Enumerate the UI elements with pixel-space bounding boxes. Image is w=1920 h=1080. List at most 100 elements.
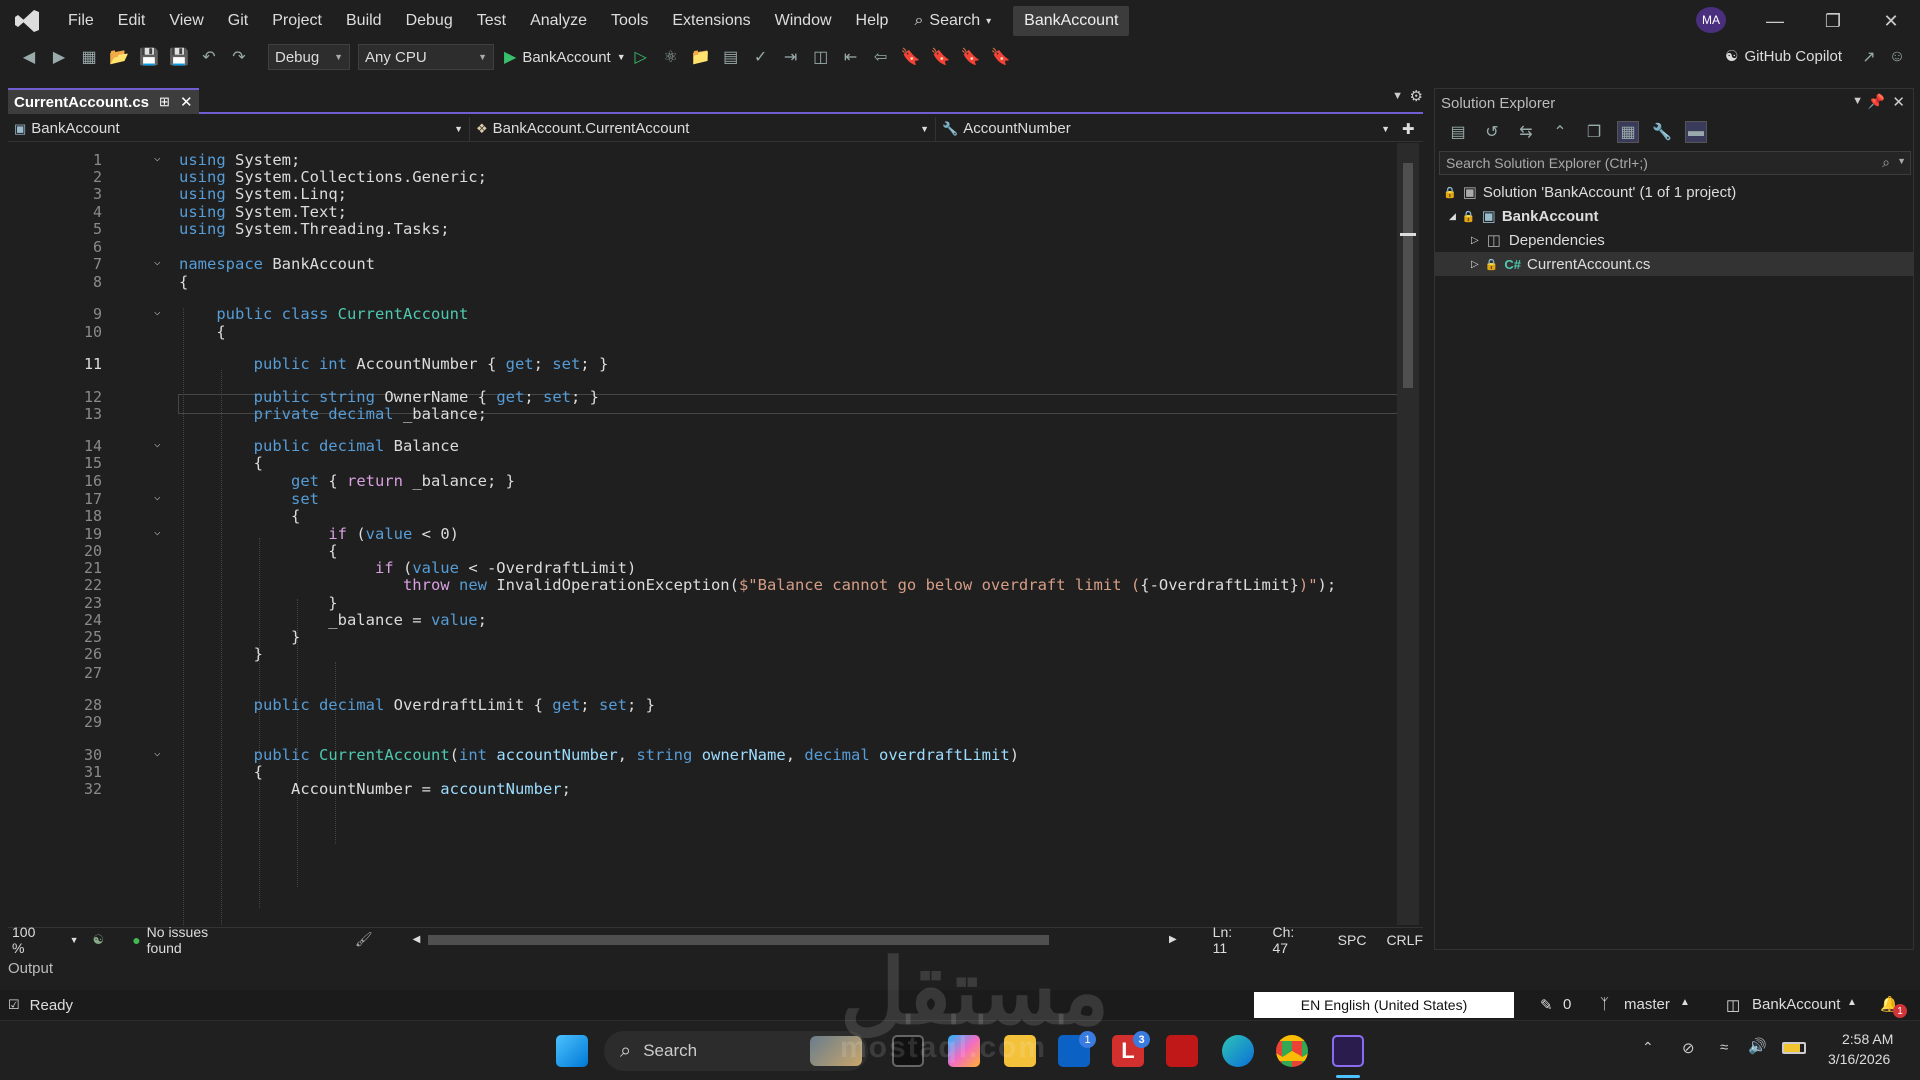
mcafee-icon[interactable] <box>1166 1035 1198 1067</box>
layout-icon[interactable]: ▤ <box>720 46 742 68</box>
errors-count[interactable]: 0 <box>1563 996 1571 1013</box>
taskbar-search[interactable]: ⌕ Search <box>604 1031 868 1071</box>
search-button[interactable]: ⌕ Search ▾ <box>914 12 991 30</box>
platform-select[interactable]: Any CPU ▼ <box>358 44 494 70</box>
fold-chevron-icon[interactable]: ⌵ <box>154 746 161 759</box>
menu-item-view[interactable]: View <box>157 0 215 42</box>
code-line[interactable]: 10 { <box>8 323 1403 344</box>
menu-item-debug[interactable]: Debug <box>394 0 465 42</box>
feedback-icon[interactable]: ☺ <box>1886 46 1908 68</box>
member-dropdown[interactable]: 🔧 AccountNumber ▼ <box>936 117 1396 141</box>
line-indicator[interactable]: Ln: 11 <box>1213 924 1251 956</box>
comment-icon[interactable]: ⇦ <box>870 46 892 68</box>
spell-check-icon[interactable]: ✓ <box>750 46 772 68</box>
code-line[interactable]: 13 private decimal _balance; <box>8 405 1403 426</box>
pending-changes-icon[interactable]: ↺ <box>1481 121 1503 143</box>
repo-label[interactable]: BankAccount <box>1752 996 1840 1013</box>
fold-chevron-icon[interactable]: ⌵ <box>154 525 161 538</box>
fold-chevron-icon[interactable]: ⌵ <box>154 305 161 318</box>
code-line[interactable]: 11 public int AccountNumber { get; set; … <box>8 355 1403 376</box>
open-folder-icon[interactable]: 📂 <box>108 46 130 68</box>
code-editor[interactable]: 1 ⌵ using System; 2 using System.Collections… <box>8 143 1403 925</box>
branch-label[interactable]: master <box>1624 996 1670 1013</box>
tree-file-currentaccount[interactable]: ▷ 🔒 C# CurrentAccount.cs <box>1435 252 1913 276</box>
editor-vertical-scrollbar[interactable] <box>1397 143 1419 925</box>
maximize-button[interactable]: ❐ <box>1804 0 1862 42</box>
health-icon[interactable]: ☯ <box>93 932 105 948</box>
start-icon[interactable] <box>556 1035 588 1067</box>
code-line[interactable]: 26 } <box>8 645 1403 666</box>
prev-bookmark-icon[interactable]: 🔖 <box>930 46 952 68</box>
project-dropdown[interactable]: ▣ BankAccount ▼ <box>8 116 470 141</box>
browse-icon[interactable]: 📁 <box>690 46 712 68</box>
visual-studio-taskbar-icon[interactable] <box>1332 1035 1364 1067</box>
switch-views-icon[interactable]: ▤ <box>1447 121 1469 143</box>
filter-icon[interactable]: ▦ <box>1617 121 1639 143</box>
menu-item-edit[interactable]: Edit <box>106 0 158 42</box>
solution-explorer-search[interactable]: Search Solution Explorer (Ctrl+;) ⌕ ▼ <box>1439 151 1911 175</box>
minimize-button[interactable]: — <box>1746 0 1804 42</box>
input-language-indicator[interactable]: EN English (United States) <box>1254 992 1514 1018</box>
menu-item-file[interactable]: File <box>56 0 106 42</box>
forward-icon[interactable]: ▶ <box>48 46 70 68</box>
tree-dependencies[interactable]: ▷ ◫ Dependencies <box>1435 228 1913 252</box>
configuration-select[interactable]: Debug ▼ <box>268 44 350 70</box>
menu-item-test[interactable]: Test <box>465 0 518 42</box>
show-all-files-icon[interactable]: ❐ <box>1583 121 1605 143</box>
l-app-icon[interactable]: L 3 <box>1112 1031 1150 1067</box>
code-line[interactable]: 32 AccountNumber = accountNumber; <box>8 780 1403 801</box>
avatar[interactable]: MA <box>1696 7 1726 33</box>
menu-item-tools[interactable]: Tools <box>599 0 660 42</box>
tab-overflow-icon[interactable]: ▼ <box>1392 90 1403 102</box>
back-icon[interactable]: ◀ <box>18 46 40 68</box>
preview-icon[interactable]: ▬ <box>1685 121 1707 143</box>
settings-icon[interactable]: ⚙ <box>1410 87 1423 105</box>
wifi-icon[interactable]: ≈ <box>1720 1039 1728 1056</box>
tree-solution[interactable]: 🔒 ▣ Solution 'BankAccount' (1 of 1 proje… <box>1435 180 1913 204</box>
close-panel-icon[interactable]: ✕ <box>1892 93 1905 111</box>
edge-icon[interactable] <box>1222 1035 1254 1067</box>
clock-time[interactable]: 2:58 AM <box>1842 1031 1893 1047</box>
scroll-left-icon[interactable]: ◀ <box>413 934 421 945</box>
menu-item-project[interactable]: Project <box>260 0 334 42</box>
sync-off-icon[interactable]: ⊘ <box>1682 1039 1695 1057</box>
new-item-icon[interactable]: ▦ <box>78 46 100 68</box>
share-icon[interactable]: ↗ <box>1858 46 1880 68</box>
code-line[interactable]: 8{ <box>8 273 1403 294</box>
code-line[interactable]: 27 <box>8 664 1403 685</box>
zoom-select[interactable]: 100 % <box>12 924 52 956</box>
scroll-right-icon[interactable]: ▶ <box>1169 934 1177 945</box>
start-debugging-button[interactable]: ▶ BankAccount ▼ <box>504 47 626 67</box>
type-dropdown[interactable]: ❖ BankAccount.CurrentAccount ▼ <box>470 116 936 141</box>
menu-item-window[interactable]: Window <box>763 0 844 42</box>
sync-icon[interactable]: ⇆ <box>1515 121 1537 143</box>
indent-icon[interactable]: ⇤ <box>840 46 862 68</box>
menu-item-build[interactable]: Build <box>334 0 394 42</box>
close-tab-icon[interactable]: ✕ <box>180 93 193 111</box>
pin-icon[interactable]: ⊞ <box>159 94 170 110</box>
save-icon[interactable]: 💾 <box>138 46 160 68</box>
fold-chevron-icon[interactable]: ⌵ <box>154 151 161 164</box>
clock-date[interactable]: 3/16/2026 <box>1828 1051 1890 1067</box>
fold-chevron-icon[interactable]: ⌵ <box>154 437 161 450</box>
tree-project[interactable]: ◢ 🔒 ▣ BankAccount <box>1435 204 1913 228</box>
window-icon[interactable]: ◫ <box>810 46 832 68</box>
column-indicator[interactable]: Ch: 47 <box>1272 924 1313 956</box>
fold-chevron-icon[interactable]: ⌵ <box>154 490 161 503</box>
clear-bookmarks-icon[interactable]: 🔖 <box>990 46 1012 68</box>
step-icon[interactable]: ⇥ <box>780 46 802 68</box>
issues-label[interactable]: No issues found <box>147 924 247 956</box>
next-bookmark-icon[interactable]: 🔖 <box>960 46 982 68</box>
whitespace-indicator[interactable]: SPC <box>1338 932 1367 948</box>
chrome-icon[interactable] <box>1276 1035 1308 1067</box>
panel-menu-icon[interactable]: ▼ <box>1852 95 1863 107</box>
split-editor-icon[interactable]: ✚ <box>1402 120 1415 138</box>
properties-icon[interactable]: 🔧 <box>1651 121 1673 143</box>
volume-icon[interactable]: 🔊 <box>1748 1037 1767 1055</box>
bookmark-icon[interactable]: 🔖 <box>900 46 922 68</box>
menu-item-extensions[interactable]: Extensions <box>660 0 762 42</box>
collapse-all-icon[interactable]: ⌃ <box>1549 121 1571 143</box>
close-button[interactable]: ✕ <box>1862 0 1920 42</box>
save-all-icon[interactable]: 💾 <box>168 46 190 68</box>
menu-item-help[interactable]: Help <box>844 0 901 42</box>
